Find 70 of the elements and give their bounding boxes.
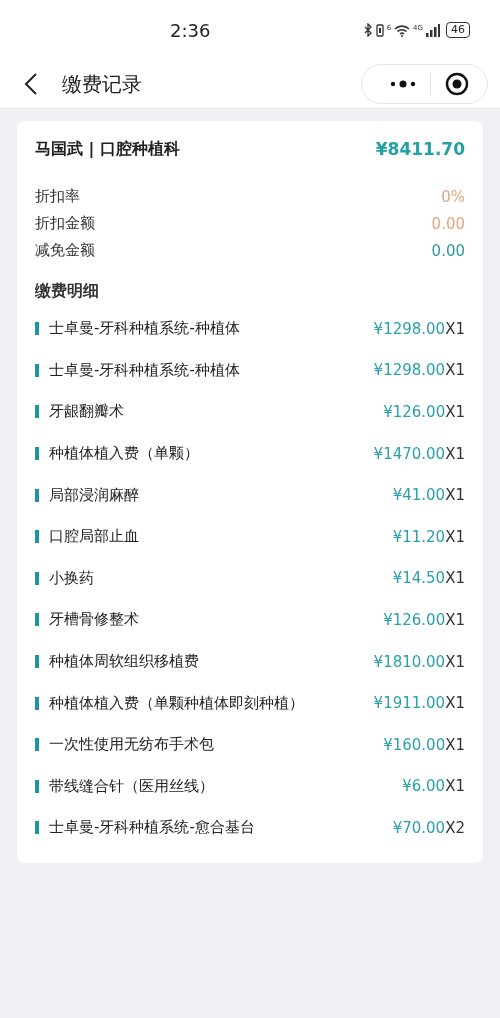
item-name: 种植体植入费（单颗） xyxy=(49,444,199,464)
item-price: ¥1298.00 xyxy=(373,361,446,380)
item-name: 牙槽骨修整术 xyxy=(49,610,139,630)
bullet-bar-icon xyxy=(35,488,39,502)
vibrate-icon xyxy=(375,23,384,37)
battery-indicator: 46 xyxy=(446,22,470,38)
item-price: ¥11.20 xyxy=(392,527,446,546)
bullet-bar-icon xyxy=(35,655,39,669)
item-quantity: X1 xyxy=(445,444,465,463)
bullet-bar-icon xyxy=(35,821,39,835)
summary-value: 0% xyxy=(441,187,465,206)
item-price: ¥1298.00 xyxy=(373,319,446,338)
item-price: ¥1810.00 xyxy=(373,652,446,671)
item-name: 一次性使用无纺布手术包 xyxy=(49,735,214,755)
item-price: ¥1911.00 xyxy=(373,694,446,713)
record-title: 马国武 | 口腔种植科 xyxy=(35,138,180,160)
item-price: ¥1470.00 xyxy=(373,444,446,463)
section-title: 缴费明细 xyxy=(35,281,100,302)
item-quantity: X1 xyxy=(445,361,465,380)
summary-value: 0.00 xyxy=(431,241,465,260)
summary-value: 0.00 xyxy=(431,214,465,233)
item-quantity: X1 xyxy=(445,527,465,546)
wifi-icon xyxy=(394,23,411,37)
item-quantity: X1 xyxy=(445,569,465,588)
back-icon[interactable] xyxy=(24,72,38,96)
bullet-bar-icon xyxy=(35,738,39,752)
item-price: ¥126.00 xyxy=(383,610,446,629)
item-name: 种植体周软组织移植费 xyxy=(49,652,199,672)
item-quantity: X1 xyxy=(445,694,465,713)
signal-icon xyxy=(426,23,440,37)
item-name: 士卓曼-牙科种植系统-种植体 xyxy=(49,319,240,339)
item-price: ¥14.50 xyxy=(392,569,446,588)
item-quantity: X1 xyxy=(445,652,465,671)
item-price: ¥70.00 xyxy=(392,818,446,837)
item-price: ¥126.00 xyxy=(383,403,446,421)
summary-label: 折扣金额 xyxy=(35,214,95,233)
bullet-bar-icon xyxy=(35,613,39,627)
page-title: 缴费记录 xyxy=(62,70,142,98)
item-quantity: X2 xyxy=(445,818,465,837)
item-name: 局部浸润麻醉 xyxy=(49,485,139,505)
bluetooth-icon xyxy=(363,23,373,37)
status-time: 2:36 xyxy=(170,19,211,41)
more-icon[interactable] xyxy=(390,80,416,88)
item-name: 小换药 xyxy=(49,568,94,588)
summary-label: 折扣率 xyxy=(35,187,80,206)
bullet-bar-icon xyxy=(35,779,39,793)
summary-label: 减免金额 xyxy=(35,241,95,260)
bullet-bar-icon xyxy=(35,696,39,710)
item-name: 种植体植入费（单颗种植体即刻种植） xyxy=(49,693,304,713)
bullet-bar-icon xyxy=(35,363,39,377)
item-name: 牙龈翻瓣术 xyxy=(49,402,124,422)
item-price: ¥41.00 xyxy=(392,486,446,505)
bullet-bar-icon xyxy=(35,571,39,585)
item-quantity: X1 xyxy=(445,735,465,754)
item-name: 士卓曼-牙科种植系统-种植体 xyxy=(49,360,240,380)
item-quantity: X1 xyxy=(445,403,465,421)
bullet-bar-icon xyxy=(35,322,39,336)
total-amount: ¥8411.70 xyxy=(375,139,465,159)
item-quantity: X1 xyxy=(445,610,465,629)
item-quantity: X1 xyxy=(445,777,465,796)
bullet-bar-icon xyxy=(35,405,39,419)
item-name: 士卓曼-牙科种植系统-愈合基台 xyxy=(49,818,255,838)
item-quantity: X1 xyxy=(445,486,465,505)
item-price: ¥160.00 xyxy=(383,735,446,754)
item-quantity: X1 xyxy=(445,319,465,338)
bullet-bar-icon xyxy=(35,447,39,461)
item-price: ¥6.00 xyxy=(402,777,446,796)
item-name: 口腔局部止血 xyxy=(49,527,139,547)
item-name: 带线缝合针（医用丝线） xyxy=(49,776,214,796)
bullet-bar-icon xyxy=(35,530,39,544)
